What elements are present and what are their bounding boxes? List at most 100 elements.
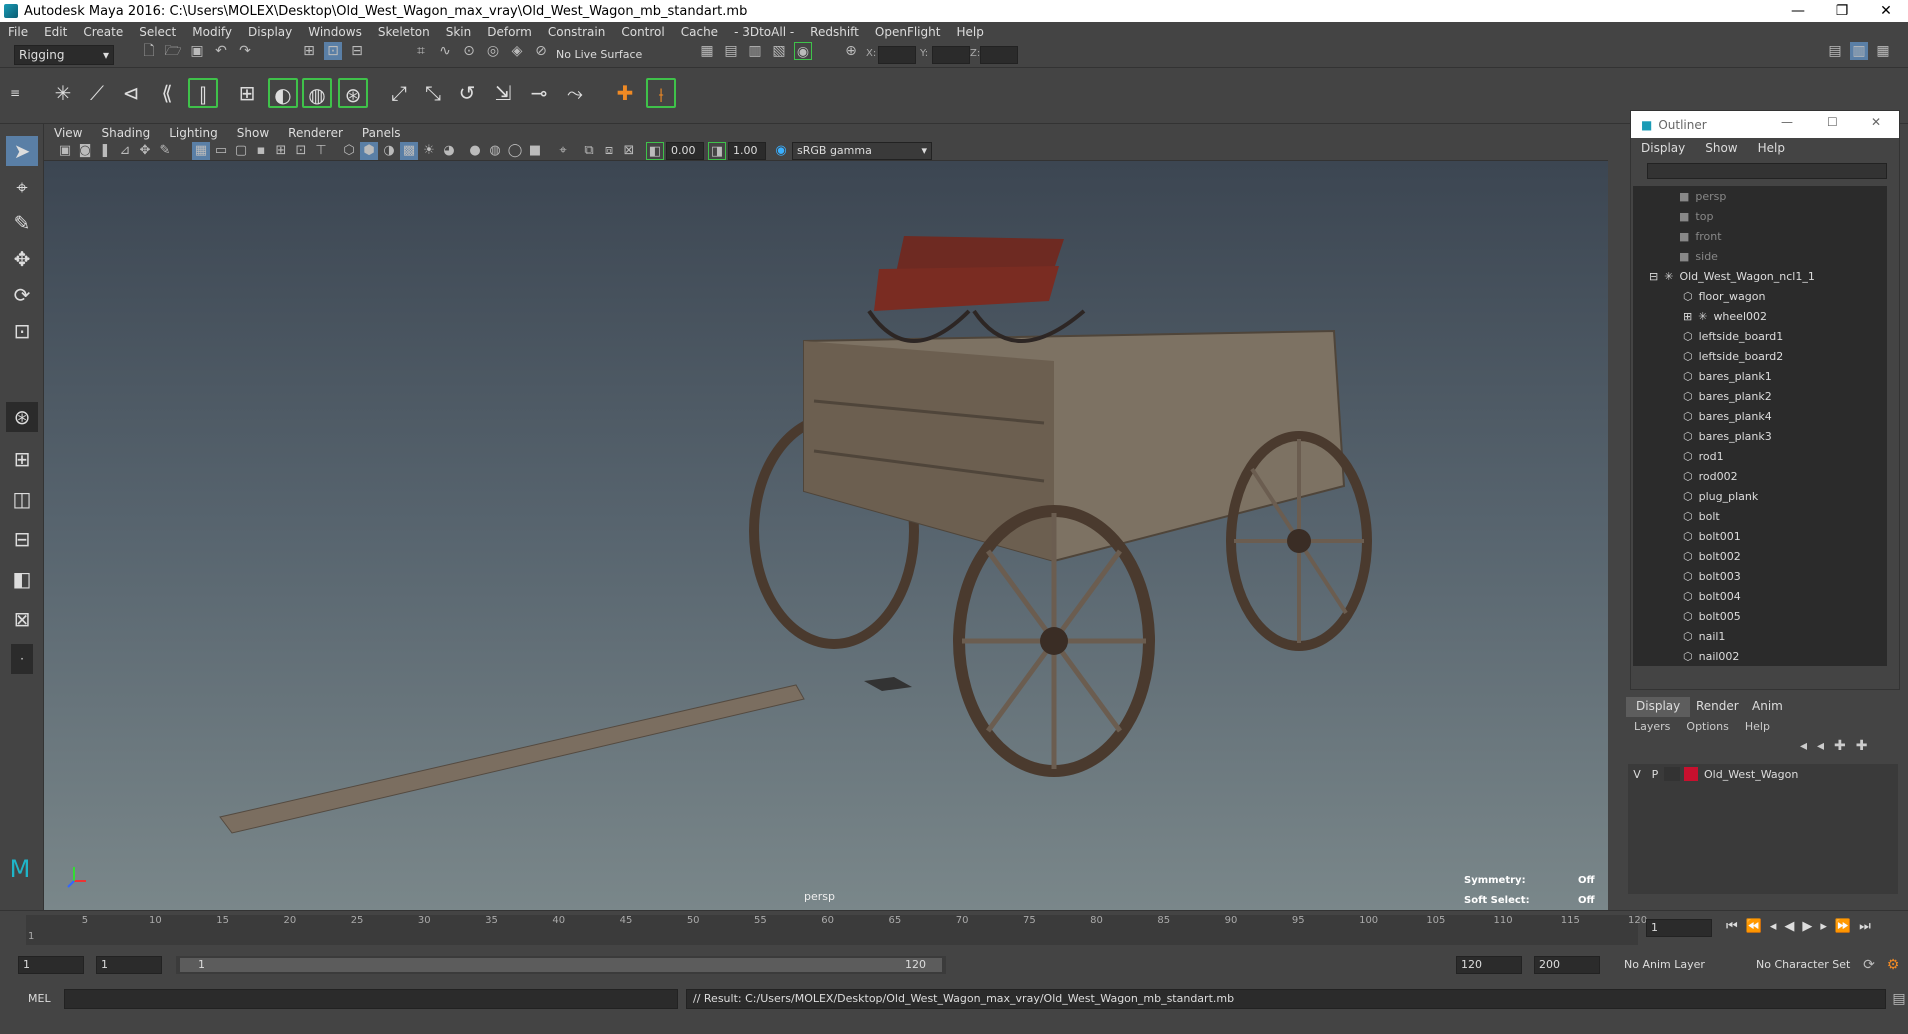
viewport-menu-lighting[interactable]: Lighting: [159, 126, 227, 140]
menu-redshift[interactable]: Redshift: [802, 25, 867, 39]
z-field[interactable]: [980, 46, 1018, 64]
outliner-item[interactable]: ■ persp: [1679, 186, 1726, 206]
minimize-icon[interactable]: —: [1776, 0, 1820, 22]
undo-icon[interactable]: ↶: [212, 42, 230, 60]
field-chart-icon[interactable]: ⊞: [272, 142, 290, 160]
outliner-item[interactable]: ⬡ bolt002: [1683, 546, 1741, 566]
smooth-shade-icon[interactable]: ⬢: [360, 142, 378, 160]
time-slider[interactable]: 1 5 10 15 20 25 30 35 40 45 50 55 60 65 70 75 80 85 90 95 10…: [0, 910, 1908, 950]
wireframe-icon[interactable]: ⬡: [340, 142, 358, 160]
menu-constrain[interactable]: Constrain: [540, 25, 614, 39]
outliner-item[interactable]: ⬡ rod002: [1683, 466, 1738, 486]
graph-layout-icon[interactable]: ⊟: [6, 524, 38, 554]
outliner-item[interactable]: ⬡ nail002: [1683, 646, 1739, 666]
outliner-filter-input[interactable]: [1647, 163, 1887, 179]
two-pane-layout-icon[interactable]: ◫: [6, 484, 38, 514]
view-transform-dropdown[interactable]: sRGB gamma ▾: [792, 142, 932, 160]
viewport-menu-panels[interactable]: Panels: [352, 126, 410, 140]
snap-grid-icon[interactable]: ⌗: [412, 42, 430, 60]
menu-skeleton[interactable]: Skeleton: [370, 25, 438, 39]
screen-space-ao-icon[interactable]: ●: [466, 142, 484, 160]
menu-control[interactable]: Control: [613, 25, 672, 39]
wrap-icon[interactable]: ⊞: [232, 78, 262, 108]
menu-modify[interactable]: Modify: [184, 25, 240, 39]
menu-help[interactable]: Help: [948, 25, 991, 39]
cluster-icon[interactable]: ◐: [268, 78, 298, 108]
live-surface-label[interactable]: No Live Surface: [556, 48, 642, 61]
hypergraph-layout-icon[interactable]: ⊠: [6, 604, 38, 634]
exposure-icon[interactable]: ◧: [646, 142, 664, 160]
scale-constraint-icon[interactable]: ⇲: [488, 78, 518, 108]
outliner-item[interactable]: ⬡ bolt005: [1683, 606, 1741, 626]
outliner-item[interactable]: ⬡ bolt: [1683, 506, 1720, 526]
command-input[interactable]: [64, 989, 678, 1009]
new-scene-icon[interactable]: 🗋: [140, 42, 158, 60]
outliner-item[interactable]: ⬡ bares_plank3: [1683, 426, 1772, 446]
outliner-item[interactable]: ⬡ bolt004: [1683, 586, 1741, 606]
playback-controls[interactable]: ⏮⏪◂◀▶▸⏩⏭: [1726, 919, 1879, 934]
attribute-editor-icon[interactable]: ▤: [1826, 42, 1844, 60]
menu-3dtoall[interactable]: - 3DtoAll -: [726, 25, 802, 39]
default-material-icon[interactable]: ◑: [380, 142, 398, 160]
gamma-field[interactable]: 1.00: [728, 142, 766, 160]
safe-action-icon[interactable]: ⊡: [292, 142, 310, 160]
outliner-item[interactable]: ⬡ bolt003: [1683, 566, 1741, 586]
outliner-item[interactable]: ⬡ leftside_board2: [1683, 346, 1783, 366]
select-hierarchy-icon[interactable]: ⊞: [300, 42, 318, 60]
camera-attributes-icon[interactable]: ◙: [76, 142, 94, 160]
layer-action-icons[interactable]: ◂◂✚✚: [1800, 738, 1878, 754]
motion-blur-icon[interactable]: ◍: [486, 142, 504, 160]
snap-point-icon[interactable]: ⊙: [460, 42, 478, 60]
menu-set-dropdown[interactable]: Rigging ▾: [14, 45, 114, 65]
select-tool-icon[interactable]: ➤: [6, 136, 38, 166]
layer-visibility-toggle[interactable]: V: [1628, 768, 1646, 781]
film-gate-icon[interactable]: ▭: [212, 142, 230, 160]
outliner-item[interactable]: ⬡ bares_plank1: [1683, 366, 1772, 386]
outliner-maximize-icon[interactable]: ☐: [1827, 115, 1838, 129]
menu-display[interactable]: Display: [240, 25, 300, 39]
paint-weights-icon[interactable]: ⊛: [338, 78, 368, 108]
bind-skin-icon[interactable]: ⫿: [188, 78, 218, 108]
script-editor-icon[interactable]: ▤: [1890, 990, 1908, 1008]
viewport-menu-renderer[interactable]: Renderer: [278, 126, 352, 140]
redo-icon[interactable]: ↷: [236, 42, 254, 60]
camera-select-icon[interactable]: ▣: [56, 142, 74, 160]
script-language-label[interactable]: MEL: [28, 992, 51, 1005]
depth-of-field-icon[interactable]: ■: [526, 142, 544, 160]
render-settings-icon[interactable]: ▧: [770, 42, 788, 60]
safe-title-icon[interactable]: ⊤: [312, 142, 330, 160]
animation-end-field[interactable]: 200: [1534, 956, 1600, 974]
layer-color-swatch[interactable]: [1684, 767, 1698, 781]
menu-select[interactable]: Select: [131, 25, 184, 39]
key-icon[interactable]: ⟊: [646, 78, 676, 108]
outliner-menu-display[interactable]: Display: [1631, 141, 1695, 155]
2d-pan-icon[interactable]: ✥: [136, 142, 154, 160]
outliner-item[interactable]: ■ front: [1679, 226, 1722, 246]
lasso-tool-icon[interactable]: ⌖: [6, 172, 38, 202]
viewport-menu-show[interactable]: Show: [227, 126, 278, 140]
shadows-icon[interactable]: ◕: [440, 142, 458, 160]
single-perspective-layout-icon[interactable]: ⊛: [6, 402, 38, 432]
restore-icon[interactable]: ❐: [1820, 0, 1864, 22]
paint-select-icon[interactable]: ✎: [6, 208, 38, 238]
current-frame-field[interactable]: 1: [1646, 919, 1712, 937]
gate-mask-icon[interactable]: ▪: [252, 142, 270, 160]
xray-joints-icon[interactable]: ⧈: [600, 142, 618, 160]
render-frame-icon[interactable]: ▤: [722, 42, 740, 60]
layout-options-icon[interactable]: ·: [11, 644, 33, 674]
layer-menu-layers[interactable]: Layers: [1622, 720, 1678, 733]
character-set-dropdown[interactable]: No Character Set: [1756, 958, 1850, 971]
anim-layer-dropdown[interactable]: No Anim Layer: [1624, 958, 1705, 971]
layer-display-type[interactable]: [1664, 767, 1680, 781]
tab-display[interactable]: Display: [1626, 697, 1691, 717]
xray-components-icon[interactable]: ⊠: [620, 142, 638, 160]
select-component-icon[interactable]: ⊟: [348, 42, 366, 60]
select-object-icon[interactable]: ⊡: [324, 42, 342, 60]
layer-menu-help[interactable]: Help: [1737, 720, 1778, 733]
range-slider-track[interactable]: 1 120: [176, 956, 946, 974]
save-scene-icon[interactable]: ▣: [188, 42, 206, 60]
scale-tool-icon[interactable]: ⊡: [6, 316, 38, 346]
orient-constraint-icon[interactable]: ↺: [452, 78, 482, 108]
auto-key-icon[interactable]: ⟳: [1860, 956, 1878, 974]
perspective-viewport[interactable]: persp Symmetry: Off Soft Select: Off: [44, 161, 1608, 910]
